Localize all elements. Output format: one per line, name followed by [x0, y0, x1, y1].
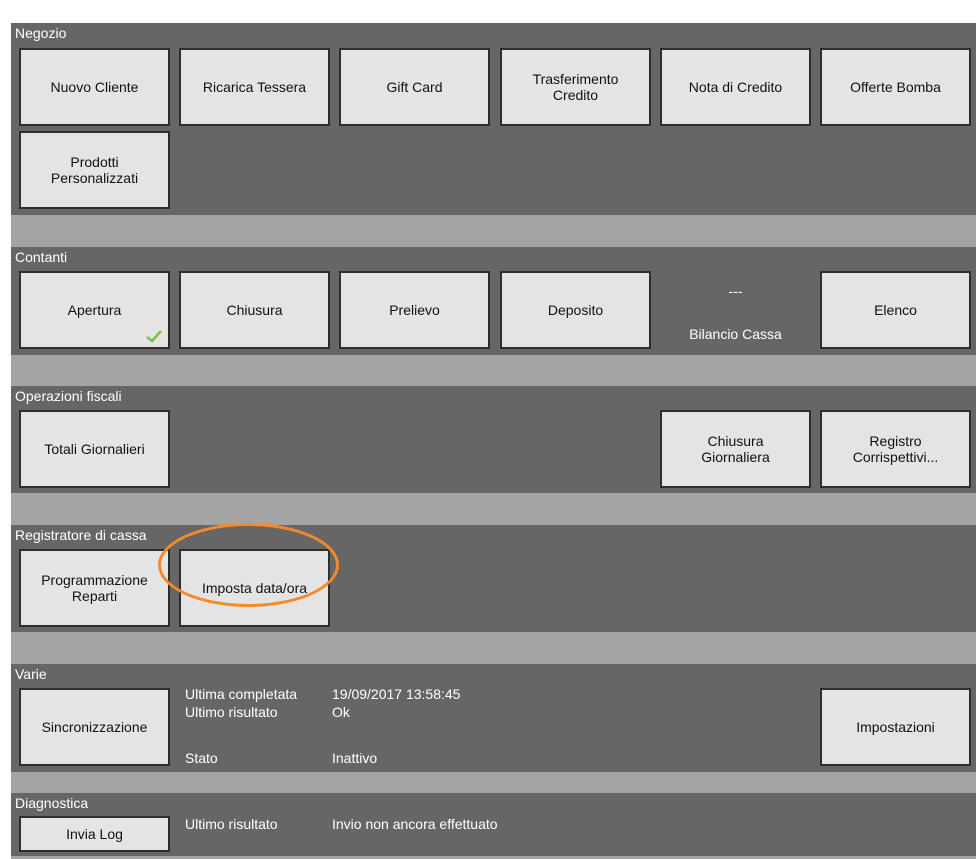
negozio-section: Negozio Nuovo Cliente Ricarica Tessera G… [11, 23, 976, 215]
prodotti-personalizzati-button[interactable]: Prodotti Personalizzati [19, 131, 170, 209]
section-title: Registratore di cassa [15, 527, 147, 543]
elenco-button[interactable]: Elenco [820, 271, 971, 349]
state-value: Inattivo [332, 750, 378, 766]
main-panel: Negozio Nuovo Cliente Ricarica Tessera G… [11, 23, 976, 859]
chiusura-button[interactable]: Chiusura [179, 271, 330, 349]
last-completed-value: 19/09/2017 13:58:45 [332, 686, 461, 702]
diag-last-result-value: Invio non ancora effettuato [332, 816, 498, 832]
diag-last-result-label: Ultimo risultato [185, 816, 278, 832]
chiusura-giornaliera-button[interactable]: Chiusura Giornaliera [660, 410, 811, 488]
sincronizzazione-button[interactable]: Sincronizzazione [19, 688, 170, 766]
section-title: Negozio [15, 25, 67, 41]
last-completed-label: Ultima completata [185, 686, 298, 702]
nota-di-credito-button[interactable]: Nota di Credito [660, 48, 811, 126]
check-icon [146, 330, 162, 343]
trasferimento-credito-button[interactable]: Trasferimento Credito [500, 48, 651, 126]
last-result-value: Ok [332, 704, 350, 720]
section-title: Diagnostica [15, 795, 89, 811]
section-title: Contanti [15, 249, 68, 265]
gift-card-button[interactable]: Gift Card [339, 48, 490, 126]
programmazione-reparti-button[interactable]: Programmazione Reparti [19, 549, 170, 627]
invia-log-button[interactable]: Invia Log [19, 816, 170, 852]
operazioni-fiscali-section: Operazioni fiscali Totali Giornalieri Ch… [11, 386, 976, 493]
balance-value: --- [728, 283, 743, 299]
imposta-data-ora-button[interactable]: Imposta data/ora [179, 549, 330, 627]
last-result-label: Ultimo risultato [185, 704, 278, 720]
impostazioni-button[interactable]: Impostazioni [820, 688, 971, 766]
balance-label: Bilancio Cassa [689, 326, 782, 342]
registratore-section: Registratore di cassa Programmazione Rep… [11, 525, 976, 632]
offerte-bomba-button[interactable]: Offerte Bomba [820, 48, 971, 126]
totali-giornalieri-button[interactable]: Totali Giornalieri [19, 410, 170, 488]
section-title: Operazioni fiscali [15, 388, 122, 404]
contanti-section: Contanti Apertura Chiusura Prelievo Depo… [11, 247, 976, 355]
diagnostica-section: Diagnostica Invia Log Ultimo risultato I… [11, 793, 976, 856]
section-title: Varie [15, 666, 47, 682]
apertura-button[interactable]: Apertura [19, 271, 170, 349]
state-label: Stato [185, 750, 218, 766]
nuovo-cliente-button[interactable]: Nuovo Cliente [19, 48, 170, 126]
deposito-button[interactable]: Deposito [500, 271, 651, 349]
ricarica-tessera-button[interactable]: Ricarica Tessera [179, 48, 330, 126]
registro-corrispettivi-button[interactable]: Registro Corrispettivi... [820, 410, 971, 488]
prelievo-button[interactable]: Prelievo [339, 271, 490, 349]
varie-section: Varie Sincronizzazione Ultima completata… [11, 664, 976, 772]
